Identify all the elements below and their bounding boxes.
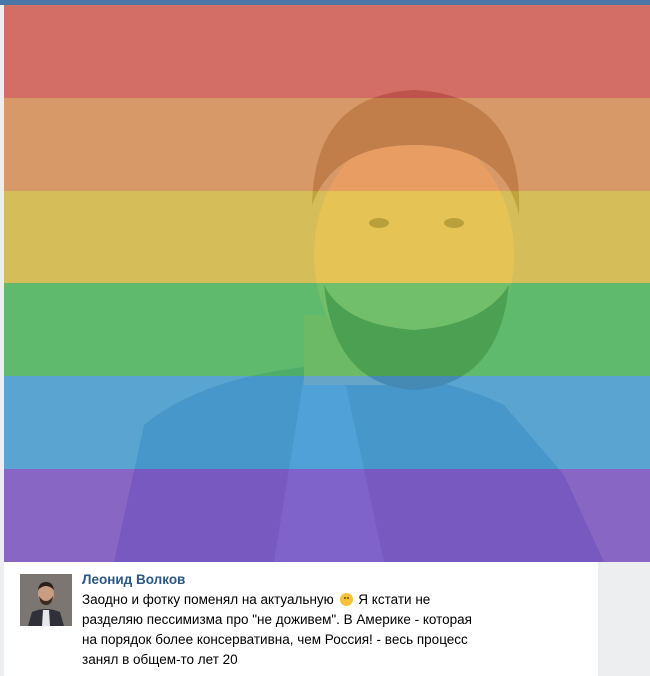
stripe-purple <box>4 469 650 562</box>
post-card: Леонид Волков Заодно и фотку поменял на … <box>4 562 598 676</box>
stripe-red <box>4 5 650 98</box>
stripe-orange <box>4 97 650 191</box>
avatar[interactable] <box>20 574 72 626</box>
post-text-part1: Заодно и фотку поменял на актуальную <box>82 592 334 607</box>
avatar-image <box>20 574 72 626</box>
stripe-green <box>4 283 650 377</box>
stripe-yellow <box>4 190 650 284</box>
rainbow-overlay <box>4 5 650 562</box>
smile-emoji-icon <box>339 593 353 606</box>
post-text: Заодно и фотку поменял на актуальную Я к… <box>82 590 502 670</box>
stripe-blue <box>4 376 650 470</box>
author-name-link[interactable]: Леонид Волков <box>82 572 185 587</box>
profile-photo[interactable] <box>4 5 650 562</box>
